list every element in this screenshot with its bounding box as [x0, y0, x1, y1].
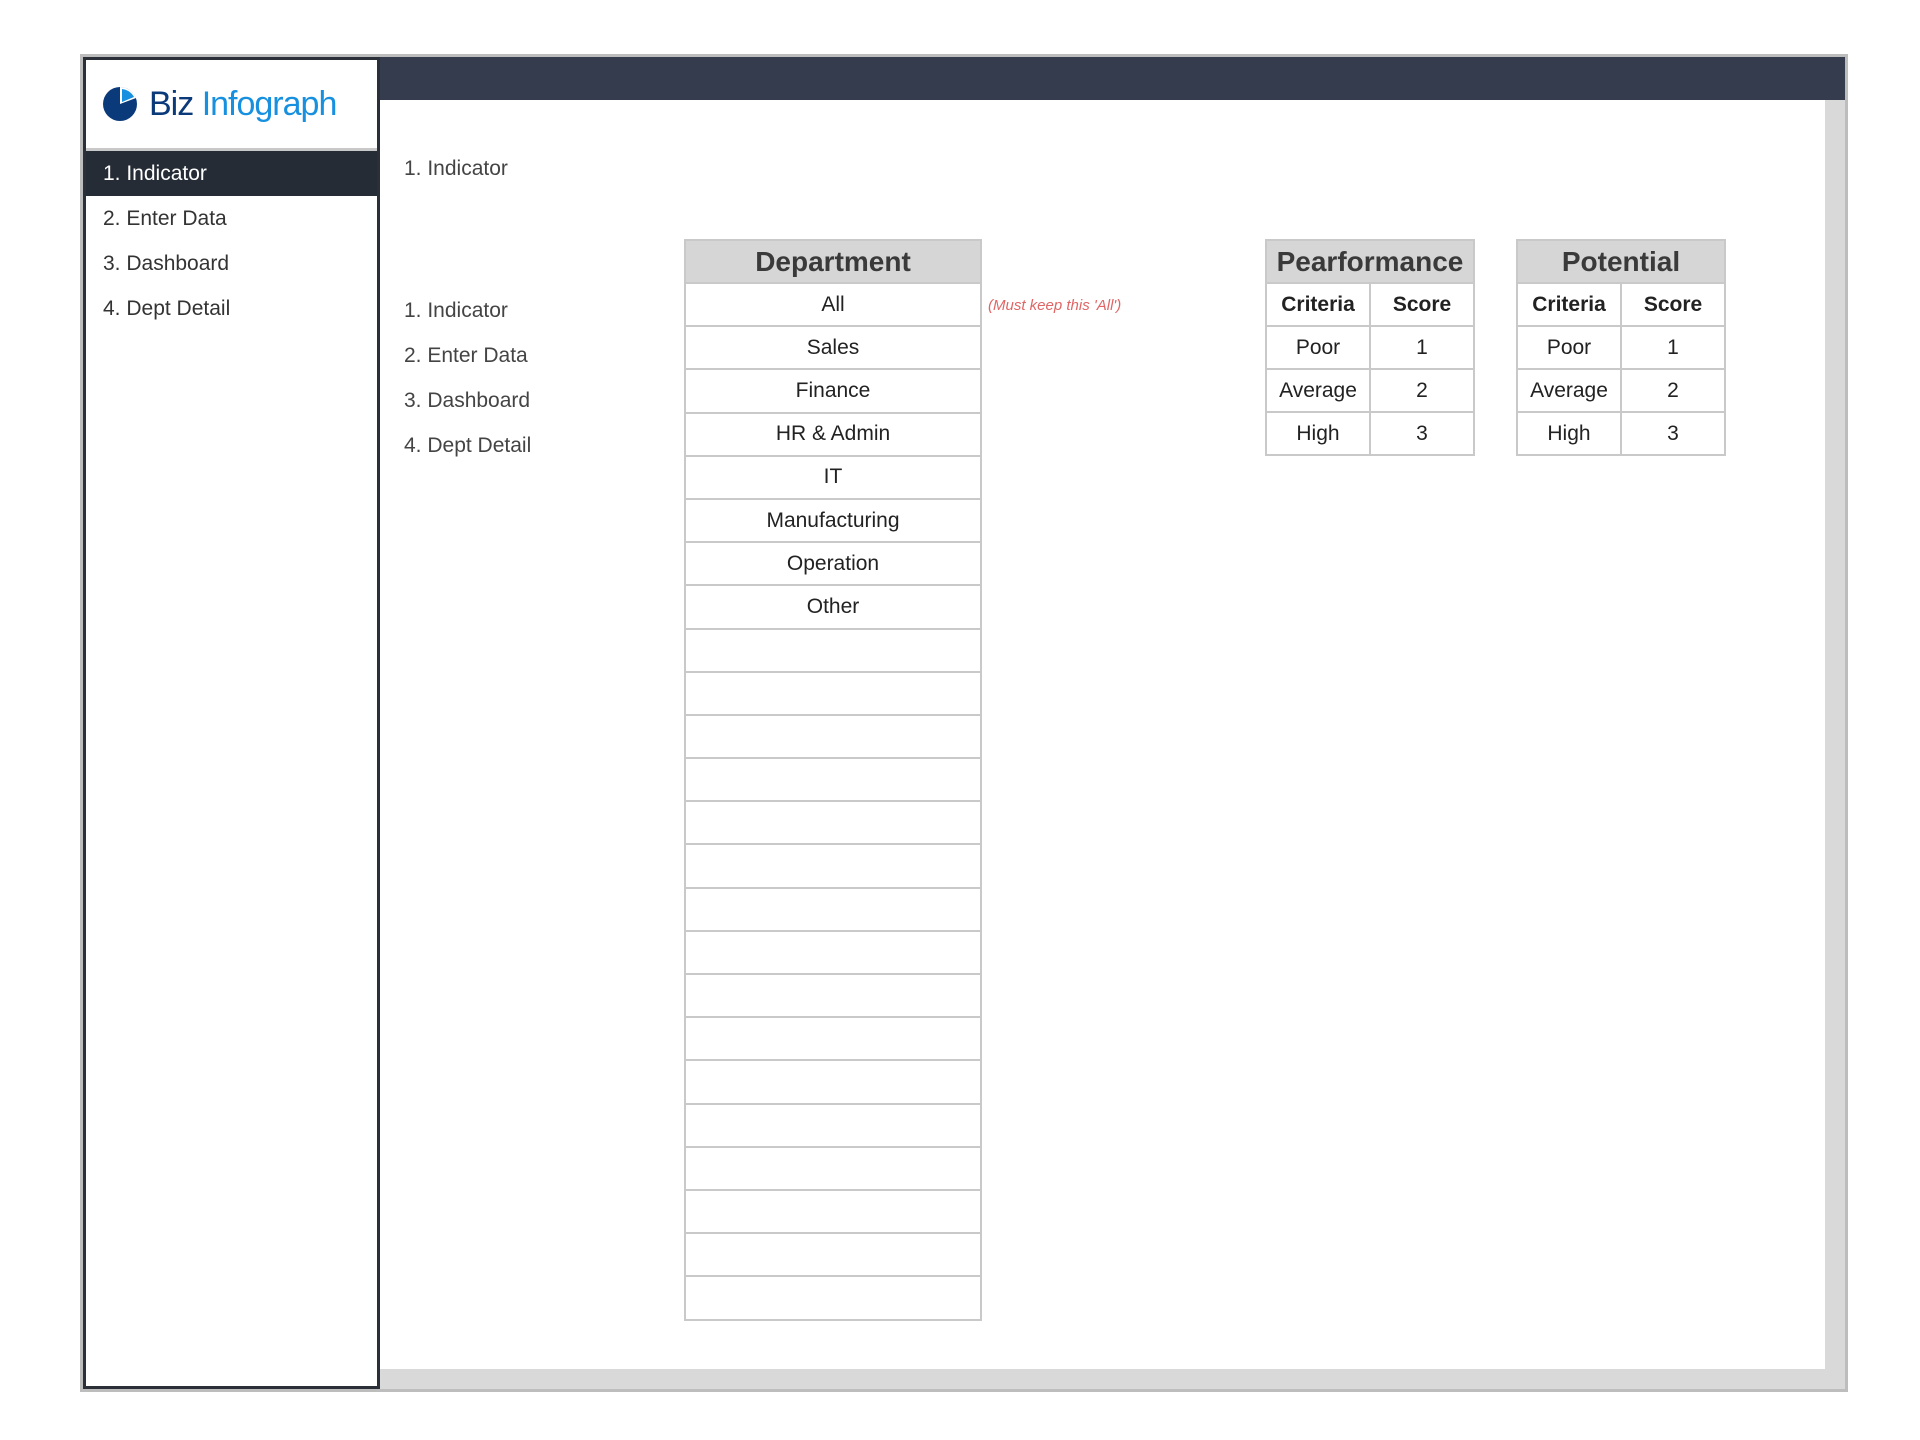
department-cell[interactable]: IT — [684, 454, 982, 500]
department-cell[interactable] — [684, 800, 982, 846]
potential-criteria-cell[interactable]: High — [1516, 411, 1622, 456]
performance-score-cell[interactable]: 2 — [1369, 368, 1475, 413]
performance-criteria-cell[interactable]: Poor — [1265, 325, 1371, 370]
department-table: Department All Sales Finance HR & Admin … — [684, 239, 982, 1321]
brand-name-part1: Biz — [149, 84, 194, 123]
department-cell[interactable] — [684, 1016, 982, 1062]
link-enter-data[interactable]: 2. Enter Data — [404, 333, 531, 378]
department-cell[interactable]: HR & Admin — [684, 411, 982, 457]
potential-criteria-cell[interactable]: Poor — [1516, 325, 1622, 370]
sidebar-item-dept-detail[interactable]: 4. Dept Detail — [86, 286, 377, 331]
department-cell[interactable] — [684, 1232, 982, 1278]
sidebar-item-dashboard[interactable]: 3. Dashboard — [86, 241, 377, 286]
performance-header: Pearformance — [1265, 239, 1475, 284]
top-bar — [380, 57, 1845, 100]
sheet-links: 1. Indicator 2. Enter Data 3. Dashboard … — [404, 288, 531, 468]
sidebar-item-indicator[interactable]: 1. Indicator — [86, 151, 377, 196]
department-cell[interactable] — [684, 713, 982, 760]
performance-table: Pearformance Criteria Score Poor 1 Avera… — [1265, 239, 1475, 456]
department-header: Department — [684, 239, 982, 284]
department-cell[interactable]: Operation — [684, 541, 982, 587]
department-cell[interactable] — [684, 1102, 982, 1148]
performance-score-cell[interactable]: 1 — [1369, 325, 1475, 370]
department-cell[interactable]: Sales — [684, 325, 982, 371]
department-cell[interactable] — [684, 1188, 982, 1235]
potential-score-cell[interactable]: 1 — [1620, 325, 1726, 370]
sidebar-item-enter-data[interactable]: 2. Enter Data — [86, 196, 377, 241]
department-note: (Must keep this 'All') — [988, 297, 1122, 314]
brand-name: Biz Infograph — [149, 84, 338, 124]
department-cell[interactable] — [684, 929, 982, 976]
potential-score-header: Score — [1620, 282, 1726, 327]
horizontal-scrollbar[interactable] — [380, 1369, 1845, 1389]
brand-name-part2: Infograph — [201, 84, 338, 123]
link-dashboard[interactable]: 3. Dashboard — [404, 378, 531, 423]
department-cell[interactable]: Other — [684, 584, 982, 630]
performance-score-cell[interactable]: 3 — [1369, 411, 1475, 456]
sidebar: Biz Infograph 1. Indicator 2. Enter Data… — [83, 57, 380, 1389]
department-cell[interactable]: All — [684, 281, 982, 328]
performance-score-header: Score — [1369, 282, 1475, 327]
department-cell[interactable] — [684, 670, 982, 716]
department-cell[interactable] — [684, 1275, 982, 1321]
department-cell[interactable] — [684, 972, 982, 1019]
potential-table: Potential Criteria Score Poor 1 Average … — [1516, 239, 1726, 456]
workbook-frame: Biz Infograph 1. Indicator 2. Enter Data… — [80, 54, 1848, 1392]
performance-criteria-cell[interactable]: Average — [1265, 368, 1371, 413]
performance-criteria-header: Criteria — [1265, 282, 1371, 327]
department-cell[interactable]: Manufacturing — [684, 497, 982, 544]
pie-chart-icon — [103, 86, 137, 121]
brand-logo: Biz Infograph — [86, 60, 377, 151]
potential-score-cell[interactable]: 2 — [1620, 368, 1726, 413]
department-cell[interactable] — [684, 1059, 982, 1105]
performance-criteria-cell[interactable]: High — [1265, 411, 1371, 456]
department-cell[interactable] — [684, 886, 982, 932]
link-indicator[interactable]: 1. Indicator — [404, 288, 531, 333]
potential-score-cell[interactable]: 3 — [1620, 411, 1726, 456]
potential-header: Potential — [1516, 239, 1726, 284]
department-cell[interactable]: Finance — [684, 368, 982, 414]
link-dept-detail[interactable]: 4. Dept Detail — [404, 423, 531, 468]
department-cell[interactable] — [684, 843, 982, 889]
potential-criteria-cell[interactable]: Average — [1516, 368, 1622, 413]
department-cell[interactable] — [684, 627, 982, 673]
page-title: 1. Indicator — [404, 157, 508, 180]
vertical-scrollbar[interactable] — [1825, 100, 1845, 1389]
potential-criteria-header: Criteria — [1516, 282, 1622, 327]
department-cell[interactable] — [684, 1145, 982, 1191]
department-cell[interactable] — [684, 757, 982, 803]
